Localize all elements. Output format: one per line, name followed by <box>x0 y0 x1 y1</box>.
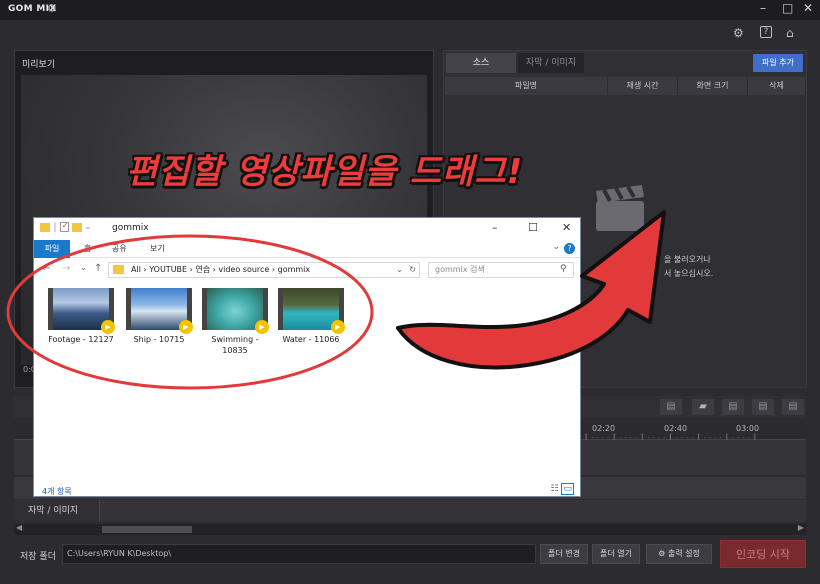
file-name: Water - 11066 <box>282 335 340 344</box>
file-list-header: 파일명 재생 시간 화면 크기 삭제 <box>445 77 805 95</box>
file-explorer-window[interactable]: | ✓ ₌ gommix – ☐ ✕ 파일 홈 공유 보기 ⌄ ? ← → ⌄ … <box>33 217 581 497</box>
folder-icon <box>40 222 50 232</box>
play-icon: ▶ <box>179 320 193 334</box>
scroll-left-icon[interactable]: ◀ <box>16 523 22 532</box>
subtitle-track[interactable]: 자막 / 이미지 <box>14 500 806 522</box>
subtitle-track-label: 자막 / 이미지 <box>14 500 100 522</box>
maximize-icon[interactable]: □ <box>782 1 793 15</box>
headline-annotation: 편집할 영상파일을 드래그! <box>126 152 524 192</box>
ribbon-tab-home[interactable]: 홈 <box>84 240 91 258</box>
file-item[interactable]: ▶ Ship - 10715 <box>122 288 196 345</box>
ribbon-tab-share[interactable]: 공유 <box>112 240 127 258</box>
play-icon: ▶ <box>101 320 115 334</box>
play-icon: ▶ <box>255 320 269 334</box>
help-icon[interactable]: ? <box>760 26 772 38</box>
save-folder-label: 저장 폴더 <box>20 552 56 562</box>
video-thumbnail: ▶ <box>278 288 345 334</box>
explorer-title: gommix <box>112 223 149 233</box>
column-filename[interactable]: 파일명 <box>445 77 607 95</box>
timeline-tool-3-icon[interactable]: ▤ <box>722 399 744 415</box>
ruler-label: 02:40 <box>664 424 688 433</box>
settings-icon[interactable]: ⚙ <box>733 26 744 40</box>
timeline-scrollbar[interactable]: ◀ ▶ <box>14 523 806 535</box>
folder-icon[interactable]: ▰ <box>692 399 714 415</box>
video-thumbnail: ▶ <box>126 288 193 334</box>
explorer-file-area[interactable]: ▶ Footage - 12127 ▶ Ship - 10715 ▶ Swimm… <box>34 282 580 478</box>
title-bar: GOM MIX ⚙ – □ ✕ <box>0 0 820 20</box>
explorer-title-bar[interactable]: | ✓ ₌ gommix – ☐ ✕ <box>34 218 580 240</box>
customize-icon[interactable]: ₌ <box>85 222 90 233</box>
close-icon[interactable]: ✕ <box>803 1 813 15</box>
folder-icon <box>113 265 124 274</box>
ruler-label: 02:20 <box>592 424 616 433</box>
ruler-label: 03:00 <box>736 424 760 433</box>
save-path-field[interactable]: C:\Users\RYUN K\Desktop\ <box>62 544 536 564</box>
change-folder-button[interactable]: 폴더 변경 <box>540 544 588 564</box>
file-item[interactable]: ▶ Water - 11066 <box>274 288 348 345</box>
item-count: 4개 항목 <box>42 487 72 496</box>
column-duration[interactable]: 재생 시간 <box>607 77 677 95</box>
drop-hint: 을 불러오거나 서 놓으십시오. <box>664 253 713 281</box>
explorer-ribbon: 파일 홈 공유 보기 ⌄ ? <box>34 240 580 258</box>
video-thumbnail: ▶ <box>48 288 115 334</box>
search-icon[interactable]: ⚲ <box>560 264 567 274</box>
minimize-icon[interactable]: – <box>760 1 766 15</box>
file-item[interactable]: ▶ Footage - 12127 <box>44 288 118 345</box>
back-icon[interactable]: ← <box>42 263 50 274</box>
forward-icon[interactable]: → <box>62 263 70 274</box>
recent-locations-icon[interactable]: ⌄ <box>80 263 87 272</box>
drop-hint-line1: 을 불러오거나 <box>664 255 711 264</box>
scroll-right-icon[interactable]: ▶ <box>798 523 804 532</box>
file-item[interactable]: ▶ Swimming - 10835 <box>198 288 272 356</box>
ribbon-tab-view[interactable]: 보기 <box>150 240 165 258</box>
open-folder-button[interactable]: 폴더 열기 <box>592 544 640 564</box>
timeline-tool-1-icon[interactable]: ▤ <box>660 399 682 415</box>
search-input[interactable]: gommix 검색 <box>428 262 574 278</box>
explorer-navigation-bar: ← → ⌄ ↑ All › YOUTUBE › 연습 › video sourc… <box>34 258 580 282</box>
explorer-minimize-icon[interactable]: – <box>492 221 498 234</box>
output-settings-button[interactable]: ⚙ 출력 설정 <box>646 544 712 564</box>
explorer-close-icon[interactable]: ✕ <box>562 221 571 234</box>
new-folder-icon[interactable] <box>71 222 82 232</box>
play-icon: ▶ <box>331 320 345 334</box>
column-delete[interactable]: 삭제 <box>747 77 805 95</box>
start-encoding-button[interactable]: 인코딩 시작 <box>720 540 806 568</box>
quick-access-icons[interactable]: | ✓ ₌ <box>40 221 90 233</box>
ribbon-tab-file[interactable]: 파일 <box>34 240 70 258</box>
app-settings-icon[interactable]: ⚙ <box>47 2 57 15</box>
clapperboard-icon <box>596 185 644 231</box>
explorer-help-icon[interactable]: ? <box>564 243 575 254</box>
properties-icon[interactable]: ✓ <box>59 221 69 232</box>
home-icon[interactable]: ⌂ <box>786 26 794 40</box>
drop-hint-line2: 서 놓으십시오. <box>664 269 714 278</box>
ribbon-expand-icon[interactable]: ⌄ <box>552 242 560 252</box>
refresh-icon[interactable]: ↻ <box>409 263 416 277</box>
file-name: Ship - 10715 <box>133 335 185 344</box>
scrollbar-thumb[interactable] <box>102 526 192 533</box>
breadcrumb[interactable]: All › YOUTUBE › 연습 › video source › gomm… <box>131 265 310 274</box>
up-icon[interactable]: ↑ <box>94 263 102 274</box>
explorer-maximize-icon[interactable]: ☐ <box>528 221 538 234</box>
video-thumbnail: ▶ <box>202 288 269 334</box>
details-view-icon[interactable]: ☷ <box>551 484 559 494</box>
separator: | <box>53 222 57 233</box>
preview-label: 미리보기 <box>22 60 56 70</box>
timeline-tool-5-icon[interactable]: ▤ <box>782 399 804 415</box>
column-resolution[interactable]: 화면 크기 <box>677 77 747 95</box>
tab-source[interactable]: 소스 <box>446 53 516 73</box>
add-file-button[interactable]: 파일 추가 <box>753 54 803 72</box>
gear-icon: ⚙ <box>658 549 666 558</box>
output-settings-label: 출력 설정 <box>667 549 700 558</box>
timeline-tool-4-icon[interactable]: ▤ <box>752 399 774 415</box>
address-dropdown-icon[interactable]: ⌄ <box>396 263 403 277</box>
large-icons-view-icon[interactable]: ▭ <box>561 483 574 495</box>
file-name: Footage - 12127 <box>48 335 114 344</box>
tab-subtitle-image[interactable]: 자막 / 이미지 <box>518 53 584 73</box>
address-bar[interactable]: All › YOUTUBE › 연습 › video source › gomm… <box>108 262 420 278</box>
view-mode-buttons[interactable]: ☷ ▭ <box>551 483 574 495</box>
file-name: Swimming - 10835 <box>211 335 259 355</box>
